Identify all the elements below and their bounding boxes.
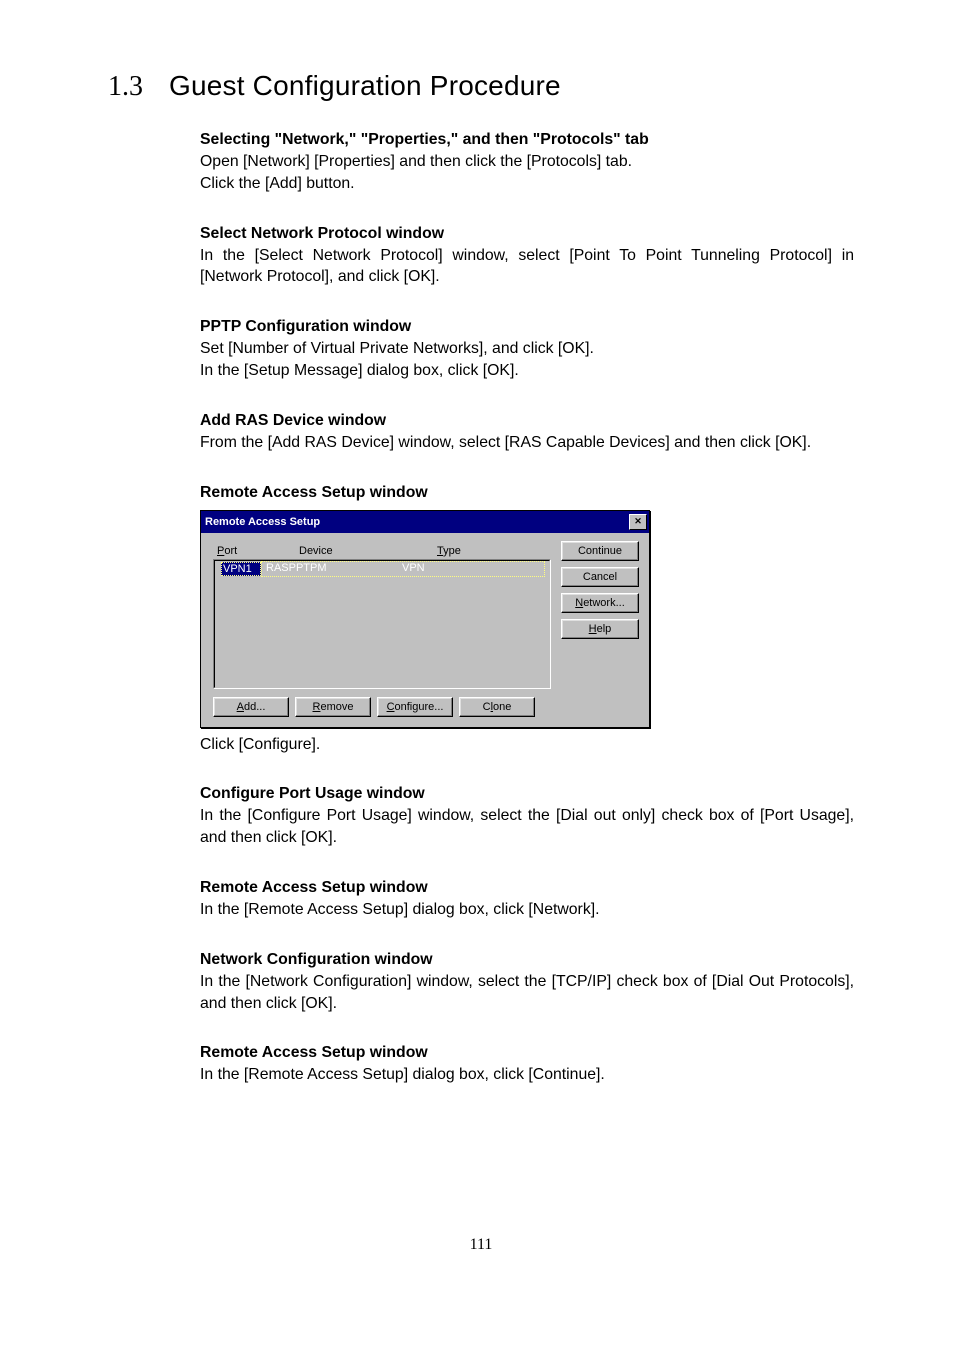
body-line: In the [Setup Message] dialog box, click… (200, 360, 854, 382)
cell-device: RASPPTPM (266, 562, 402, 576)
body-line: Set [Number of Virtual Private Networks]… (200, 338, 854, 360)
section-number: 1.3 (108, 71, 143, 103)
page-number: 111 (108, 1236, 854, 1254)
configure-button[interactable]: Configure... (377, 697, 453, 717)
list-header: Port Device Type (211, 541, 553, 559)
block-pptp-configuration: PPTP Configuration window Set [Number of… (200, 318, 854, 382)
heading: Configure Port Usage window (200, 785, 854, 803)
cell-port: VPN1 (221, 562, 261, 576)
heading: Remote Access Setup window (200, 879, 854, 897)
body-line: In the [Network Configuration] window, s… (200, 971, 854, 1015)
dialog-titlebar: Remote Access Setup ✕ (201, 511, 649, 533)
column-port[interactable]: Port (217, 545, 299, 557)
cancel-button[interactable]: Cancel (561, 567, 639, 587)
close-icon[interactable]: ✕ (629, 514, 647, 530)
block-add-ras-device: Add RAS Device window From the [Add RAS … (200, 412, 854, 454)
device-list[interactable]: VPN1 RASPPTPM VPN (213, 559, 551, 689)
body-line: In the [Select Network Protocol] window,… (200, 245, 854, 289)
heading: Remote Access Setup window (200, 1044, 854, 1062)
column-type[interactable]: Type (437, 545, 547, 557)
heading: Remote Access Setup window (200, 484, 854, 502)
help-button[interactable]: Help (561, 619, 639, 639)
dialog-title: Remote Access Setup (205, 516, 320, 528)
heading: Add RAS Device window (200, 412, 854, 430)
remote-access-setup-dialog: Remote Access Setup ✕ Port Device Type (200, 510, 650, 728)
block-network-configuration: Network Configuration window In the [Net… (200, 951, 854, 1015)
remove-button[interactable]: Remove (295, 697, 371, 717)
block-configure-port-usage: Configure Port Usage window In the [Conf… (200, 785, 854, 849)
block-selecting-network: Selecting "Network," "Properties," and t… (200, 131, 854, 195)
body-line: In the [Remote Access Setup] dialog box,… (200, 899, 854, 921)
body-line: In the [Remote Access Setup] dialog box,… (200, 1064, 854, 1086)
section-header: 1.3 Guest Configuration Procedure (108, 70, 854, 103)
body-line: Click [Configure]. (200, 734, 854, 756)
block-remote-access-setup-3: Remote Access Setup window In the [Remot… (200, 1044, 854, 1086)
list-row[interactable]: VPN1 RASPPTPM VPN (215, 561, 549, 577)
heading: Selecting "Network," "Properties," and t… (200, 131, 854, 149)
clone-button[interactable]: Clone (459, 697, 535, 717)
add-button[interactable]: Add... (213, 697, 289, 717)
continue-button[interactable]: Continue (561, 541, 639, 561)
body-line: From the [Add RAS Device] window, select… (200, 432, 854, 454)
body-line: Click the [Add] button. (200, 173, 854, 195)
cell-type: VPN (402, 562, 540, 576)
body-line: In the [Configure Port Usage] window, se… (200, 805, 854, 849)
section-title: Guest Configuration Procedure (169, 70, 561, 102)
body-line: Open [Network] [Properties] and then cli… (200, 151, 854, 173)
column-device[interactable]: Device (299, 545, 437, 557)
block-remote-access-setup-2: Remote Access Setup window In the [Remot… (200, 879, 854, 921)
block-select-network-protocol: Select Network Protocol window In the [S… (200, 225, 854, 289)
block-remote-access-setup-1: Remote Access Setup window Remote Access… (200, 484, 854, 756)
heading: Select Network Protocol window (200, 225, 854, 243)
heading: PPTP Configuration window (200, 318, 854, 336)
heading: Network Configuration window (200, 951, 854, 969)
network-button[interactable]: Network... (561, 593, 639, 613)
